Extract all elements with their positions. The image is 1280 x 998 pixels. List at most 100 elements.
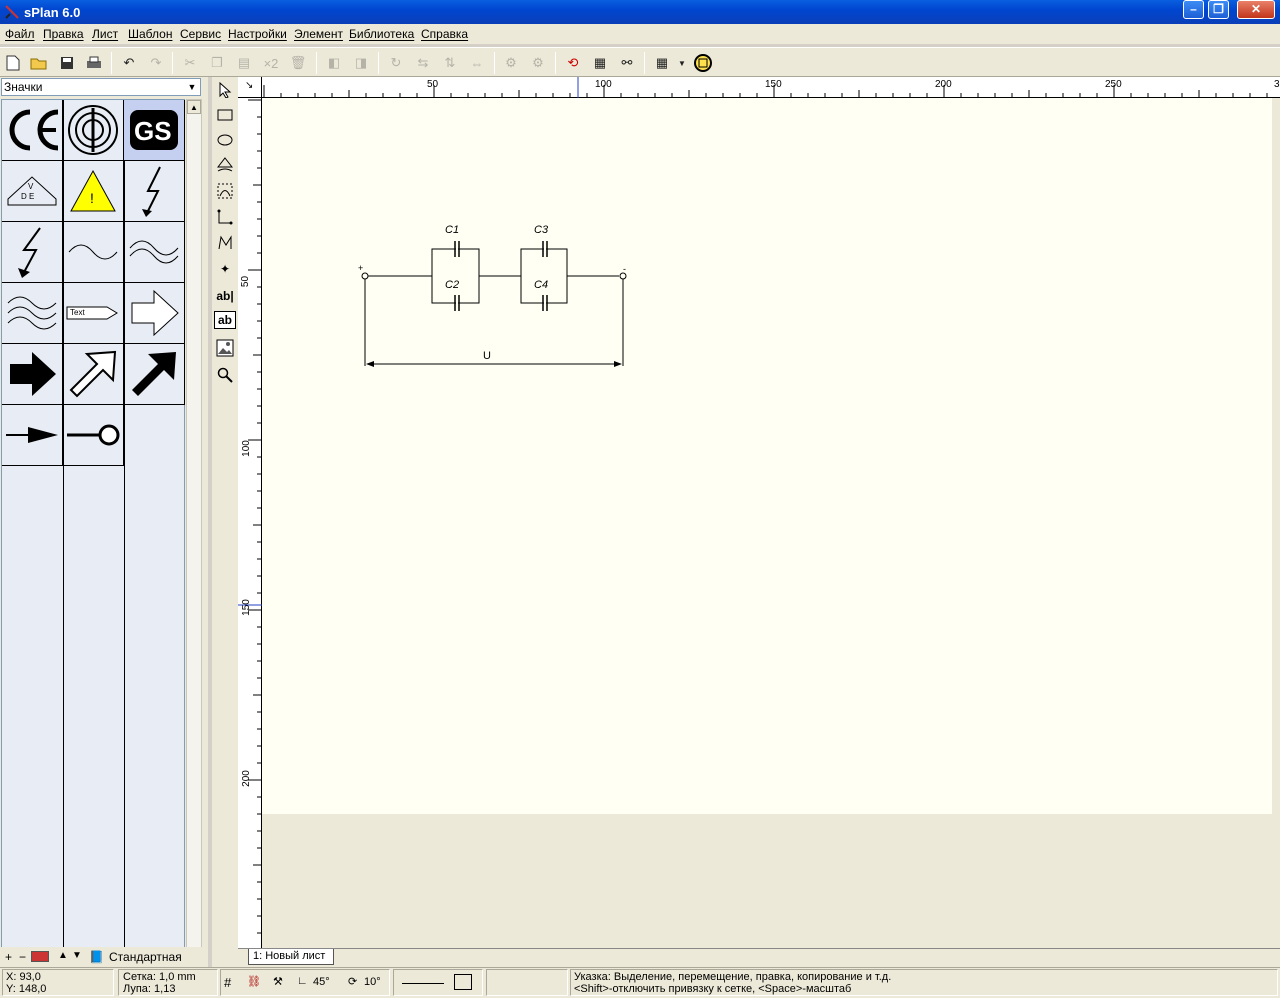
grid-options-icon[interactable]: ▦ xyxy=(651,52,673,74)
library-group-name[interactable]: Стандартная xyxy=(109,950,182,964)
move-up-icon[interactable]: ▲ xyxy=(58,950,68,961)
duplicate-button[interactable]: ×2 xyxy=(260,52,282,74)
symbol-vde-mark[interactable]: VD E xyxy=(2,161,63,222)
rotate-step-icon[interactable]: ⟳ xyxy=(348,975,357,988)
capacitor-label-c1[interactable]: C1 xyxy=(445,224,459,236)
bezier-tool-icon[interactable] xyxy=(214,180,236,202)
library-category-select[interactable]: Значки ▼ xyxy=(1,78,201,96)
print-icon[interactable] xyxy=(83,52,105,74)
symbol-radiation-mark[interactable] xyxy=(63,100,124,161)
ruler-corner[interactable]: ↘ xyxy=(238,77,262,98)
menu-element[interactable]: Элемент xyxy=(294,27,343,41)
parts-list-icon[interactable]: ▦ xyxy=(589,52,611,74)
symbol-outline-diagonal-arrow[interactable] xyxy=(63,344,124,405)
symbol-filled-diagonal-arrow[interactable] xyxy=(124,344,185,405)
menu-settings[interactable]: Настройки xyxy=(228,27,287,41)
rectangle-tool-icon[interactable] xyxy=(214,104,236,126)
hint-panel: Указка: Выделение, перемещение, правка, … xyxy=(570,969,1278,996)
symbol-ce-mark[interactable] xyxy=(2,100,63,161)
search-binoculars-icon[interactable]: ⚯ xyxy=(616,52,638,74)
grid-size: Сетка: 1,0 mm xyxy=(123,971,196,983)
undo-icon[interactable]: ↶ xyxy=(118,52,140,74)
close-button[interactable]: ✕ xyxy=(1237,0,1275,19)
snap-magnet-icon[interactable]: ⛓ xyxy=(247,975,261,988)
chevron-down-icon[interactable]: ▼ xyxy=(184,79,200,95)
symbol-warning-triangle[interactable]: ! xyxy=(63,161,124,222)
angle-icon[interactable]: ∟ xyxy=(297,975,308,987)
symbol-outline-arrow[interactable] xyxy=(124,283,185,344)
line-style-panel[interactable] xyxy=(393,969,483,996)
zoom-tool-icon[interactable] xyxy=(214,364,236,386)
align-icon[interactable]: ⇔ xyxy=(466,52,488,74)
ellipse-tool-icon[interactable] xyxy=(214,129,236,151)
symbol-terminal-circle[interactable] xyxy=(63,405,124,466)
capacitor-label-c3[interactable]: C3 xyxy=(534,224,548,236)
scroll-up-icon[interactable]: ▲ xyxy=(187,100,201,114)
junction-tool-icon[interactable]: ✦ xyxy=(214,258,236,280)
symbol-text-tag[interactable]: Text xyxy=(63,283,124,344)
symbol-triple-wave[interactable] xyxy=(2,283,63,344)
drawing-canvas[interactable]: C1 C2 C3 C4 + - U xyxy=(262,98,1280,948)
move-down-icon[interactable]: ▼ xyxy=(72,950,82,961)
grid-dropdown-chevron-icon[interactable]: ▼ xyxy=(676,52,688,74)
group-icon[interactable]: ⚙ xyxy=(500,52,522,74)
polyline-tool-icon[interactable] xyxy=(214,232,236,254)
numbering-icon[interactable]: ⟲ xyxy=(562,52,584,74)
capacitor-label-c2[interactable]: C2 xyxy=(445,279,459,291)
symbol-arrow-line[interactable] xyxy=(2,405,63,466)
grid-toggle-icon[interactable]: # xyxy=(224,975,231,990)
symbol-double-wave[interactable] xyxy=(124,222,185,283)
pointer-tool-icon[interactable] xyxy=(214,79,236,101)
hammer-icon[interactable]: ⚒ xyxy=(273,975,283,988)
menu-file[interactable]: Файл xyxy=(5,27,35,41)
open-folder-icon[interactable] xyxy=(28,52,50,74)
line-style-icon[interactable] xyxy=(402,983,444,984)
polygon-tool-icon[interactable] xyxy=(214,154,236,176)
library-edit-icon[interactable] xyxy=(31,951,49,962)
symbol-lightning-arrow[interactable] xyxy=(2,222,63,283)
redo-icon[interactable]: ↷ xyxy=(145,52,167,74)
library-scrollbar[interactable]: ▲ ▼ xyxy=(186,99,202,965)
angle-snap-value[interactable]: 45° xyxy=(313,976,330,988)
minimize-button[interactable]: – xyxy=(1183,0,1204,19)
fill-style-icon[interactable] xyxy=(454,974,472,990)
send-back-icon[interactable]: ◨ xyxy=(350,52,372,74)
symbol-filled-arrow[interactable] xyxy=(2,344,63,405)
bring-front-icon[interactable]: ◧ xyxy=(323,52,345,74)
drawing-sheet[interactable]: C1 C2 C3 C4 + - U xyxy=(262,98,1272,814)
mirror-vertical-icon[interactable]: ⇅ xyxy=(439,52,461,74)
remove-library-icon[interactable]: − xyxy=(19,950,26,964)
image-tool-icon[interactable] xyxy=(214,337,236,359)
menu-edit[interactable]: Правка xyxy=(43,27,84,41)
zoom-fit-icon[interactable] xyxy=(692,52,714,74)
restore-button[interactable]: ❐ xyxy=(1208,0,1229,19)
rotate-icon[interactable]: ↻ xyxy=(385,52,407,74)
symbol-lightning-bolt[interactable] xyxy=(124,161,185,222)
ruler-left: 50 100 150 200 xyxy=(238,98,262,948)
symbol-ac-wave[interactable] xyxy=(63,222,124,283)
menu-help[interactable]: Справка xyxy=(421,27,468,41)
new-file-icon[interactable] xyxy=(2,52,24,74)
sheet-tabs: 1: Новый лист xyxy=(238,948,1280,967)
textbox-tool-icon[interactable]: ab xyxy=(214,311,236,329)
cut-icon[interactable]: ✂ xyxy=(179,52,201,74)
save-icon[interactable] xyxy=(56,52,78,74)
rotation-step-value[interactable]: 10° xyxy=(364,976,381,988)
symbol-gs-mark[interactable]: GS xyxy=(124,100,185,161)
voltage-label[interactable]: U xyxy=(483,350,491,362)
delete-icon[interactable]: 🗑 xyxy=(287,52,309,74)
menu-service[interactable]: Сервис xyxy=(180,27,221,41)
menu-library[interactable]: Библиотека xyxy=(349,27,414,41)
sheet-tab-1[interactable]: 1: Новый лист xyxy=(248,949,335,965)
ungroup-icon[interactable]: ⚙ xyxy=(527,52,549,74)
mirror-horizontal-icon[interactable]: ⇆ xyxy=(412,52,434,74)
text-tool-icon[interactable]: ab| xyxy=(214,285,236,307)
menu-template[interactable]: Шаблон xyxy=(128,27,172,41)
schematic-drawing[interactable] xyxy=(262,98,1272,814)
menu-sheet[interactable]: Лист xyxy=(92,27,118,41)
paste-icon[interactable]: ▤ xyxy=(233,52,255,74)
capacitor-label-c4[interactable]: C4 xyxy=(534,279,548,291)
add-library-icon[interactable]: + xyxy=(5,950,12,964)
copy-icon[interactable]: ❐ xyxy=(206,52,228,74)
line-tool-icon[interactable] xyxy=(214,206,236,228)
